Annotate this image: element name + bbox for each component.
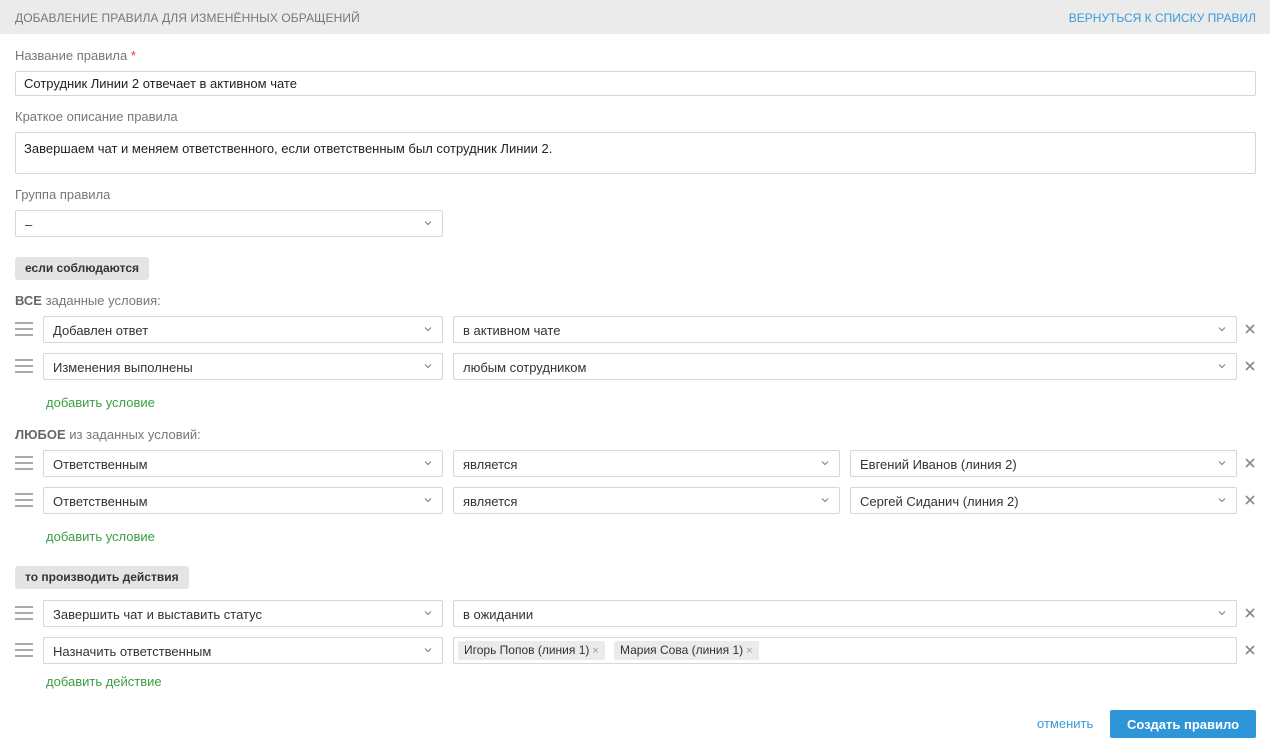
chevron-down-icon — [423, 361, 433, 371]
chevron-down-icon — [1217, 324, 1227, 334]
chevron-down-icon — [423, 324, 433, 334]
action-field-select[interactable]: Завершить чат и выставить статус — [43, 600, 443, 627]
rule-description-label: Краткое описание правила — [15, 109, 178, 124]
required-mark: * — [130, 48, 136, 63]
close-icon[interactable] — [1244, 607, 1256, 619]
chevron-down-icon — [1217, 495, 1227, 505]
all-conditions-heading: ВСЕ заданные условия: — [15, 293, 161, 308]
drag-handle-icon[interactable] — [15, 456, 33, 472]
add-condition-link[interactable]: добавить условие — [46, 395, 155, 410]
assignee-tag: Игорь Попов (линия 1) × — [458, 641, 605, 660]
chevron-down-icon — [1217, 458, 1227, 468]
drag-handle-icon[interactable] — [15, 322, 33, 338]
cancel-link[interactable]: отменить — [1037, 716, 1093, 731]
drag-handle-icon[interactable] — [15, 606, 33, 622]
any-conditions-heading: ЛЮБОЕ из заданных условий: — [15, 427, 201, 442]
chevron-down-icon — [1217, 608, 1227, 618]
chevron-down-icon — [423, 645, 433, 655]
condition-field-select[interactable]: Добавлен ответ — [43, 316, 443, 343]
condition-field-select[interactable]: Изменения выполнены — [43, 353, 443, 380]
action-field-select[interactable]: Назначить ответственным — [43, 637, 443, 664]
close-icon[interactable] — [1244, 323, 1256, 335]
condition-operator-select[interactable]: является — [453, 450, 840, 477]
condition-value-select[interactable]: любым сотрудником — [453, 353, 1237, 380]
actions-section-badge: то производить действия — [15, 566, 189, 589]
chevron-down-icon — [820, 495, 830, 505]
page-title: Добавление правила для изменённых обраще… — [15, 11, 360, 25]
tag-remove-icon[interactable]: × — [592, 642, 598, 661]
rule-group-label: Группа правила — [15, 187, 111, 202]
add-action-link[interactable]: добавить действие — [46, 674, 162, 689]
close-icon[interactable] — [1244, 457, 1256, 469]
condition-field-select[interactable]: Ответственным — [43, 450, 443, 477]
rule-name-label: Название правила * — [15, 48, 136, 63]
chevron-down-icon — [423, 495, 433, 505]
chevron-down-icon — [820, 458, 830, 468]
chevron-down-icon — [1217, 361, 1227, 371]
assignee-tag: Мария Сова (линия 1) × — [614, 641, 759, 660]
drag-handle-icon[interactable] — [15, 359, 33, 375]
condition-operator-select[interactable]: является — [453, 487, 840, 514]
condition-value-select[interactable]: в активном чате — [453, 316, 1237, 343]
rule-description-textarea[interactable]: Завершаем чат и меняем ответственного, е… — [15, 132, 1256, 174]
rule-group-select[interactable]: – — [15, 210, 443, 237]
close-icon[interactable] — [1244, 644, 1256, 656]
create-rule-button[interactable]: Создать правило — [1110, 710, 1256, 738]
rule-name-input[interactable]: Сотрудник Линии 2 отвечает в активном ча… — [15, 71, 1256, 96]
chevron-down-icon — [423, 458, 433, 468]
condition-value-select[interactable]: Сергей Сиданич (линия 2) — [850, 487, 1237, 514]
chevron-down-icon — [423, 218, 433, 228]
chevron-down-icon — [423, 608, 433, 618]
assignee-tags-input[interactable]: Игорь Попов (линия 1) × Мария Сова (линия… — [453, 637, 1237, 664]
close-icon[interactable] — [1244, 494, 1256, 506]
condition-field-select[interactable]: Ответственным — [43, 487, 443, 514]
tag-remove-icon[interactable]: × — [746, 642, 752, 661]
conditions-section-badge: если соблюдаются — [15, 257, 149, 280]
action-value-select[interactable]: в ожидании — [453, 600, 1237, 627]
condition-value-select[interactable]: Евгений Иванов (линия 2) — [850, 450, 1237, 477]
page-header: Добавление правила для изменённых обраще… — [0, 0, 1270, 34]
add-condition-link[interactable]: добавить условие — [46, 529, 155, 544]
close-icon[interactable] — [1244, 360, 1256, 372]
drag-handle-icon[interactable] — [15, 643, 33, 659]
back-to-rules-link[interactable]: Вернуться к списку правил — [1069, 11, 1256, 25]
drag-handle-icon[interactable] — [15, 493, 33, 509]
